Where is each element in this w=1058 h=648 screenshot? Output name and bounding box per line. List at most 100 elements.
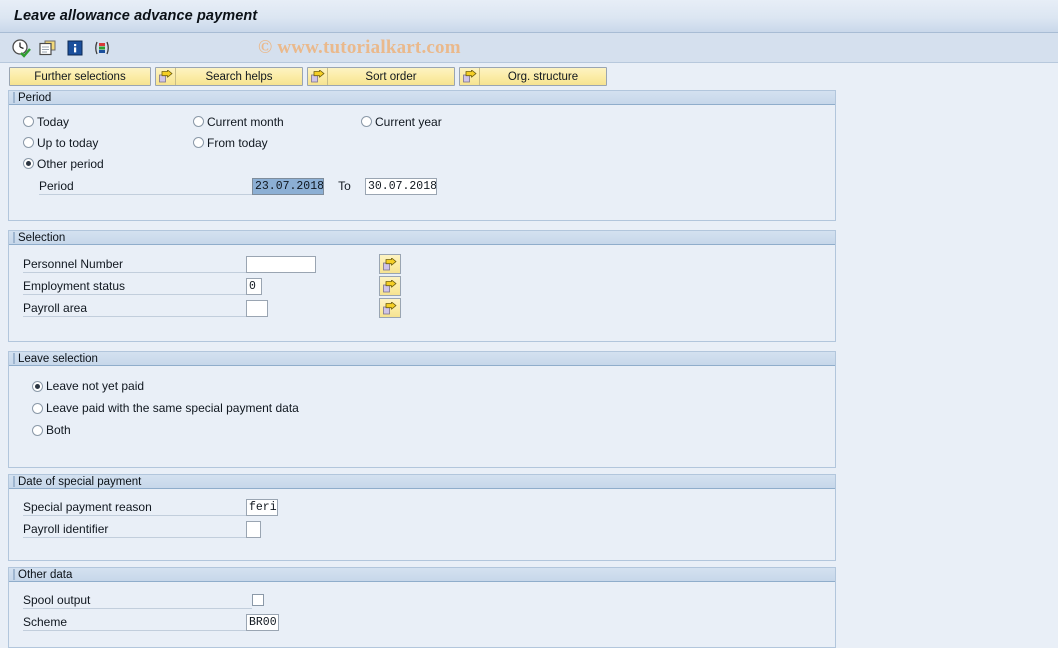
search-helps-button[interactable]: Search helps bbox=[155, 67, 303, 86]
radio-both-label: Both bbox=[46, 423, 71, 437]
execute-clock-icon[interactable] bbox=[11, 38, 31, 58]
copy-icon[interactable] bbox=[38, 38, 58, 58]
other-data-panel-title: Other data bbox=[18, 568, 73, 581]
window-title-bar: Leave allowance advance payment bbox=[0, 0, 1058, 33]
date-of-special-payment-panel-header: Date of special payment bbox=[9, 474, 835, 489]
watermark-label: © www.tutorialkart.com bbox=[258, 36, 461, 58]
period-radio-row-1: Today Current month Current year bbox=[9, 111, 835, 132]
selection-panel-header: Selection bbox=[9, 230, 835, 245]
application-toolbar: © www.tutorialkart.com bbox=[0, 33, 1058, 63]
employment-status-input[interactable]: 0 bbox=[246, 277, 262, 295]
radio-current-year-label: Current year bbox=[375, 114, 442, 129]
org-structure-button[interactable]: Org. structure bbox=[459, 67, 607, 86]
radio-circle-icon bbox=[23, 137, 34, 148]
employment-status-multiselect-button[interactable] bbox=[379, 276, 401, 296]
radio-from-today[interactable]: From today bbox=[193, 136, 361, 150]
personnel-number-input[interactable] bbox=[246, 255, 316, 273]
period-from-input[interactable]: 23.07.2018 bbox=[252, 177, 324, 195]
other-data-panel-header: Other data bbox=[9, 567, 835, 582]
radio-leave-not-yet-paid-label: Leave not yet paid bbox=[46, 379, 145, 393]
period-panel-body: Today Current month Current year Up to t… bbox=[9, 105, 835, 220]
selection-panel: Selection Personnel Number Employment st… bbox=[8, 230, 836, 342]
radio-circle-icon bbox=[23, 158, 34, 169]
scheme-label: Scheme bbox=[23, 614, 246, 631]
period-panel: Period Today Current month Current year … bbox=[8, 90, 836, 221]
employment-status-row: Employment status 0 bbox=[9, 275, 835, 297]
selection-button-row: Further selections Search helps Sort ord… bbox=[0, 63, 1058, 90]
variant-icon[interactable] bbox=[92, 38, 112, 58]
personnel-number-row: Personnel Number bbox=[9, 253, 835, 275]
spool-output-checkbox[interactable] bbox=[252, 594, 264, 606]
period-panel-title: Period bbox=[18, 91, 52, 104]
radio-up-to-today-label: Up to today bbox=[37, 135, 99, 150]
watermark-text: © www.tutorialkart.com bbox=[258, 37, 461, 59]
payroll-area-row: Payroll area bbox=[9, 297, 835, 319]
radio-leave-paid-same-data-label: Leave paid with the same special payment… bbox=[46, 401, 299, 415]
arrow-right-icon bbox=[156, 68, 176, 85]
period-date-row: Period 23.07.2018 To 30.07.2018 bbox=[9, 174, 835, 198]
radio-from-today-label: From today bbox=[207, 135, 268, 150]
search-helps-label: Search helps bbox=[205, 70, 273, 83]
special-payment-reason-row: Special payment reason feri bbox=[9, 496, 835, 518]
radio-circle-icon bbox=[32, 380, 43, 392]
arrow-right-icon bbox=[460, 68, 480, 85]
date-of-special-payment-panel: Date of special payment Special payment … bbox=[8, 474, 836, 561]
info-icon[interactable] bbox=[65, 38, 85, 58]
period-radio-row-2: Up to today From today bbox=[9, 132, 835, 153]
arrow-right-icon bbox=[308, 68, 328, 85]
radio-other-period[interactable]: Other period bbox=[23, 157, 104, 171]
radio-both[interactable]: Both bbox=[9, 419, 835, 441]
period-panel-header: Period bbox=[9, 90, 835, 105]
radio-circle-icon bbox=[32, 402, 43, 414]
radio-circle-icon bbox=[193, 116, 204, 127]
leave-selection-panel-body: Leave not yet paid Leave paid with the s… bbox=[9, 366, 835, 467]
period-to-input[interactable]: 30.07.2018 bbox=[365, 177, 437, 195]
radio-current-month-label: Current month bbox=[207, 114, 284, 129]
leave-selection-panel: Leave selection Leave not yet paid Leave… bbox=[8, 351, 836, 468]
sort-order-label: Sort order bbox=[365, 70, 417, 83]
scheme-input[interactable]: BR00 bbox=[246, 613, 279, 631]
scheme-row: Scheme BR00 bbox=[9, 611, 835, 633]
payroll-area-label: Payroll area bbox=[23, 300, 246, 317]
radio-circle-icon bbox=[361, 116, 372, 127]
page-title: Leave allowance advance payment bbox=[14, 8, 258, 24]
leave-selection-panel-header: Leave selection bbox=[9, 351, 835, 366]
org-structure-label: Org. structure bbox=[507, 70, 579, 83]
radio-circle-icon bbox=[32, 424, 43, 436]
payroll-identifier-label: Payroll identifier bbox=[23, 521, 246, 538]
radio-today[interactable]: Today bbox=[23, 115, 193, 129]
payroll-area-input[interactable] bbox=[246, 299, 268, 317]
spool-output-row: Spool output bbox=[9, 589, 835, 611]
radio-leave-not-yet-paid[interactable]: Leave not yet paid bbox=[9, 375, 835, 397]
radio-up-to-today[interactable]: Up to today bbox=[23, 136, 193, 150]
payroll-area-multiselect-button[interactable] bbox=[379, 298, 401, 318]
further-selections-button[interactable]: Further selections bbox=[9, 67, 151, 86]
personnel-number-label: Personnel Number bbox=[23, 256, 246, 273]
payroll-identifier-input[interactable] bbox=[246, 520, 261, 538]
payroll-identifier-row: Payroll identifier bbox=[9, 518, 835, 540]
selection-panel-title: Selection bbox=[18, 231, 66, 244]
period-radio-row-3: Other period bbox=[9, 153, 835, 174]
radio-leave-paid-same-data[interactable]: Leave paid with the same special payment… bbox=[9, 397, 835, 419]
period-to-label: To bbox=[338, 179, 351, 193]
radio-circle-icon bbox=[193, 137, 204, 148]
spool-output-label: Spool output bbox=[23, 592, 252, 609]
radio-today-label: Today bbox=[37, 114, 70, 129]
radio-circle-icon bbox=[23, 116, 34, 127]
further-selections-label: Further selections bbox=[34, 70, 126, 83]
leave-selection-panel-title: Leave selection bbox=[18, 352, 98, 365]
selection-panel-body: Personnel Number Employment status 0 Pay… bbox=[9, 245, 835, 341]
personnel-number-multiselect-button[interactable] bbox=[379, 254, 401, 274]
radio-current-year[interactable]: Current year bbox=[361, 115, 442, 129]
period-field-label: Period bbox=[39, 178, 252, 195]
other-data-panel-body: Spool output Scheme BR00 bbox=[9, 582, 835, 647]
sort-order-button[interactable]: Sort order bbox=[307, 67, 455, 86]
employment-status-label: Employment status bbox=[23, 278, 246, 295]
radio-other-period-label: Other period bbox=[37, 156, 104, 171]
radio-current-month[interactable]: Current month bbox=[193, 115, 361, 129]
date-of-special-payment-panel-body: Special payment reason feri Payroll iden… bbox=[9, 489, 835, 560]
special-payment-reason-input[interactable]: feri bbox=[246, 498, 278, 516]
special-payment-reason-label: Special payment reason bbox=[23, 499, 246, 516]
